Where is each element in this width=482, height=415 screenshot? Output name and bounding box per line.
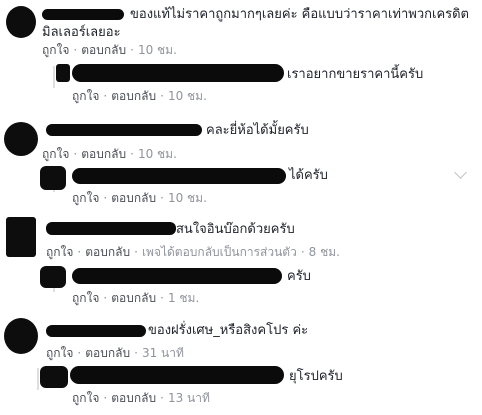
timestamp[interactable]: 8 ชม. <box>309 245 340 259</box>
like-link[interactable]: ถูกใจ <box>72 89 99 103</box>
separator-dot: · <box>160 191 164 205</box>
timestamp[interactable]: 10 ชม. <box>168 191 207 205</box>
redacted-author-name[interactable] <box>46 124 202 136</box>
separator-dot: · <box>160 391 164 405</box>
separator-dot: · <box>77 346 82 360</box>
redacted-author-name[interactable] <box>72 64 284 82</box>
avatar[interactable] <box>4 318 38 354</box>
like-link[interactable]: ถูกใจ <box>46 245 73 259</box>
separator-dot: · <box>103 291 108 305</box>
comment-actions: ถูกใจ · ตอบกลับ · 1 ชม. <box>72 290 199 306</box>
separator-dot: · <box>134 346 138 360</box>
redacted-author-name[interactable] <box>72 268 282 284</box>
comment-text: ยุโรปครับ <box>289 369 343 384</box>
avatar[interactable] <box>40 266 66 288</box>
separator-dot: · <box>160 291 164 305</box>
timestamp[interactable]: 10 ชม. <box>168 89 207 103</box>
comment-actions: ถูกใจ · ตอบกลับ · 10 ชม. <box>72 190 207 206</box>
timestamp[interactable]: 31 นาที <box>142 346 184 360</box>
comment-actions: ถูกใจ · ตอบกลับ · 31 นาที <box>46 345 184 361</box>
like-link[interactable]: ถูกใจ <box>46 346 73 360</box>
comment-text: สนใจอินบ๊อกด้วยครับ <box>176 222 295 237</box>
redacted-author-name[interactable] <box>46 325 146 337</box>
comment-text: ของฝรั่งเศษ_หรือสิงคโปร ค่ะ <box>148 323 309 338</box>
separator-dot: · <box>103 391 108 405</box>
separator-dot: · <box>73 43 78 57</box>
reply-link[interactable]: ตอบกลับ <box>111 391 156 405</box>
reply-link[interactable]: ตอบกลับ <box>85 245 130 259</box>
reply-thread-line <box>37 368 39 390</box>
chevron-down-icon[interactable] <box>454 166 467 179</box>
timestamp[interactable]: 1 ชม. <box>168 291 199 305</box>
reply-thread-line <box>53 66 55 88</box>
like-link[interactable]: ถูกใจ <box>42 147 69 161</box>
separator-dot: · <box>134 245 138 259</box>
separator-dot: · <box>73 147 78 161</box>
timestamp[interactable]: 13 นาที <box>168 391 210 405</box>
comment-text: ครับ <box>287 269 311 284</box>
separator-dot: · <box>130 43 134 57</box>
private-reply-note: เพจได้ตอบกลับเป็นการส่วนตัว <box>141 245 297 259</box>
separator-dot: · <box>103 191 108 205</box>
comment-actions: ถูกใจ · ตอบกลับ · 10 ชม. <box>42 146 177 162</box>
avatar[interactable] <box>6 6 36 38</box>
avatar[interactable] <box>56 64 70 82</box>
reply-link[interactable]: ตอบกลับ <box>81 43 126 57</box>
like-link[interactable]: ถูกใจ <box>72 291 99 305</box>
comment-actions: ถูกใจ · ตอบกลับ · 10 ชม. <box>42 42 177 58</box>
redacted-author-name[interactable] <box>42 9 124 20</box>
reply-link[interactable]: ตอบกลับ <box>85 346 130 360</box>
reply-link[interactable]: ตอบกลับ <box>111 191 156 205</box>
avatar[interactable] <box>40 166 66 190</box>
separator-dot: · <box>103 89 108 103</box>
comment-actions: ถูกใจ · ตอบกลับ · 13 นาที <box>72 390 210 406</box>
avatar[interactable] <box>6 217 36 257</box>
comment-actions: ถูกใจ · ตอบกลับ · เพจได้ตอบกลับเป็นการส่วนตั… <box>46 244 340 260</box>
reply-link[interactable]: ตอบกลับ <box>81 147 126 161</box>
comment-text-continued: มิลเลอร์เลยอะ <box>42 25 121 40</box>
like-link[interactable]: ถูกใจ <box>42 43 69 57</box>
timestamp[interactable]: 10 ชม. <box>138 43 177 57</box>
avatar[interactable] <box>4 122 38 156</box>
redacted-author-name[interactable] <box>70 366 284 384</box>
timestamp[interactable]: 10 ชม. <box>138 147 177 161</box>
like-link[interactable]: ถูกใจ <box>72 191 99 205</box>
redacted-author-name[interactable] <box>72 168 286 184</box>
comment-text: ได้ครับ <box>289 168 328 183</box>
separator-dot: · <box>77 245 82 259</box>
like-link[interactable]: ถูกใจ <box>72 391 99 405</box>
comment-text: ของแท้ไม่ราคาถูกมากๆเลยค่ะ คือแบบว่าราคา… <box>130 7 470 22</box>
reply-link[interactable]: ตอบกลับ <box>111 291 156 305</box>
comment-text: คละยี่ห้อได้มั้ยครับ <box>206 123 309 138</box>
redacted-author-name[interactable] <box>46 222 176 235</box>
reply-link[interactable]: ตอบกลับ <box>111 89 156 103</box>
separator-dot: · <box>160 89 164 103</box>
comment-text: เราอยากขายราคานี้ครับ <box>287 67 424 82</box>
avatar[interactable] <box>40 366 68 388</box>
separator-dot: · <box>130 147 134 161</box>
comment-actions: ถูกใจ · ตอบกลับ · 10 ชม. <box>72 88 207 104</box>
separator-dot: · <box>300 245 305 259</box>
